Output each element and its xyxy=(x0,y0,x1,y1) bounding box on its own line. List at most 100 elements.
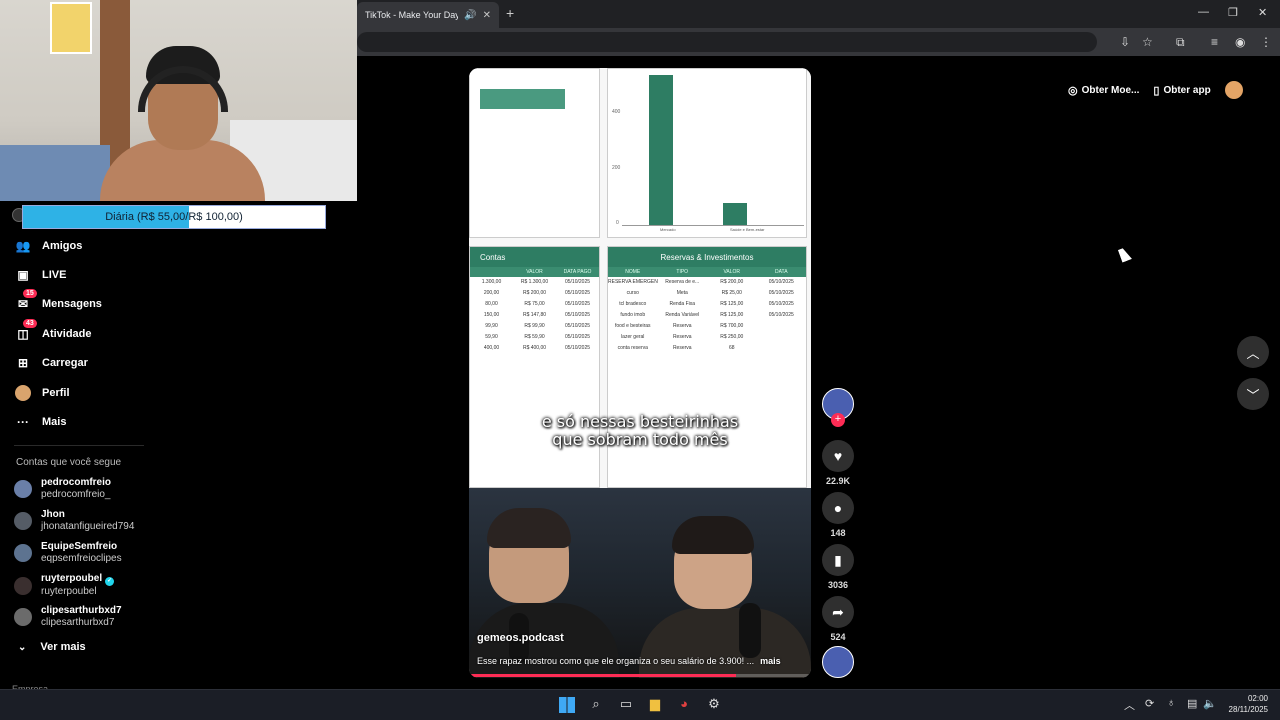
chart-tick: 400 xyxy=(612,109,621,115)
table-row: conta reserva Reserva 68 xyxy=(608,343,806,354)
task-view-icon[interactable]: ▭ xyxy=(618,696,634,712)
save-button[interactable]: ▮ 3036 xyxy=(822,544,854,590)
omnibox[interactable] xyxy=(357,32,1097,52)
file-explorer-icon[interactable]: ▆ xyxy=(647,696,663,712)
user-avatar[interactable] xyxy=(1224,81,1243,99)
comment-button[interactable]: ● 148 xyxy=(822,492,854,538)
top-actions: ◎ Obter Moe... ▯ Obter app xyxy=(1068,80,1243,100)
windows-start-icon[interactable] xyxy=(559,697,575,713)
following-account[interactable]: Jhon jhonatanfigueired794 xyxy=(14,509,134,533)
clock-time: 02:00 xyxy=(1247,694,1268,703)
new-tab-button[interactable]: + xyxy=(506,5,514,21)
table-cell: 150,00 xyxy=(483,312,500,318)
music-disc[interactable] xyxy=(822,646,854,678)
restore-button[interactable]: ❐ xyxy=(1228,6,1238,19)
description-text: Esse rapaz mostrou como que ele organiza… xyxy=(477,656,755,666)
video-description: Esse rapaz mostrou como que ele organiza… xyxy=(477,656,807,666)
table-row: RESERVA EMERGEN Reserva de e... R$ 200,00 0… xyxy=(608,277,806,288)
video-progress[interactable] xyxy=(469,674,811,677)
see-more-button[interactable]: ⌄ Ver mais xyxy=(18,641,86,653)
table-cell: 05/10/2025 xyxy=(768,301,794,307)
table-cell: 05/10/2025 xyxy=(564,312,591,318)
avatar xyxy=(14,608,32,626)
share-button[interactable]: ➦ 524 xyxy=(822,596,854,642)
minimize-button[interactable]: — xyxy=(1198,6,1209,18)
table-row: lazer geral Reserva R$ 250,00 xyxy=(608,332,806,343)
table-cell: 05/10/2025 xyxy=(564,301,591,307)
network-icon[interactable]: ▤ xyxy=(1187,697,1197,710)
table-cell: 05/10/2025 xyxy=(768,279,794,285)
search-icon[interactable]: ⌕ xyxy=(588,696,604,712)
get-app-label: Obter app xyxy=(1163,84,1211,96)
table-cell: curso xyxy=(626,290,639,296)
get-app-button[interactable]: ▯ Obter app xyxy=(1153,84,1210,97)
following-account[interactable]: clipesarthurbxd7 clipesarthurbxd7 xyxy=(14,605,122,629)
podcast-cam xyxy=(469,488,811,678)
system-clock[interactable]: 02:00 28/11/2025 xyxy=(1222,693,1268,715)
table-cell: R$ 99,90 xyxy=(524,323,545,329)
following-account[interactable]: ruyterpoubel ✓ ruyterpoubel xyxy=(14,573,115,598)
account-name: clipesarthurbxd7 xyxy=(41,605,122,616)
close-window-button[interactable]: ✕ xyxy=(1258,6,1267,19)
mouse-cursor-icon xyxy=(1118,246,1132,263)
table-title: Reservas & Investimentos xyxy=(608,247,806,267)
more-link[interactable]: mais xyxy=(760,656,781,666)
sidebar-item-carregar[interactable]: ⊞ Carregar xyxy=(14,354,88,372)
following-account[interactable]: pedrocomfreio pedrocomfreio_ xyxy=(14,477,111,501)
sidebar-item-live[interactable]: ▣ LIVE xyxy=(14,266,66,284)
sidebar-item-perfil[interactable]: Perfil xyxy=(14,384,70,402)
bookmark-star-icon[interactable]: ☆ xyxy=(1142,35,1153,49)
chevron-down-icon: ﹀ xyxy=(1246,387,1260,403)
microphone-icon xyxy=(739,603,761,658)
sync-icon[interactable]: ⟳ xyxy=(1145,697,1154,710)
table-cell: 05/10/2025 xyxy=(768,290,794,296)
get-coins-button[interactable]: ◎ Obter Moe... xyxy=(1068,84,1139,97)
following-account[interactable]: EquipeSemfreio eqpsemfreioclipes xyxy=(14,541,122,565)
table-row: 80,00 R$ 75,00 05/10/2025 xyxy=(470,299,599,310)
steam-icon[interactable]: ⚙ xyxy=(706,696,722,712)
speaker-icon[interactable]: 🔊 xyxy=(464,10,476,21)
media-control-icon[interactable]: ≡ xyxy=(1211,35,1218,49)
sidebar-item-atividade[interactable]: ◫ 43 Atividade xyxy=(14,319,92,343)
sidebar-item-mensagens[interactable]: ✉ 15 Mensagens xyxy=(14,289,102,313)
sidebar-item-amigos[interactable]: 👥 Amigos xyxy=(14,237,83,255)
sidebar-item-label: Carregar xyxy=(42,357,88,369)
video-player[interactable]: 400 200 0 Mercado Saúde e Bem-estar Cont… xyxy=(469,68,811,678)
tab-close-icon[interactable]: ✕ xyxy=(483,10,491,21)
table-cell: conta reserva xyxy=(617,345,648,351)
follow-plus-icon[interactable]: + xyxy=(831,413,845,427)
messages-icon: ✉ 15 xyxy=(14,289,37,313)
table-cell: 05/10/2025 xyxy=(768,312,794,318)
account-handle: ruyterpoubel xyxy=(41,586,97,597)
tab-title: TikTok - Make Your Day xyxy=(365,10,459,20)
table-cell: 200,00 xyxy=(483,290,500,296)
creator-avatar[interactable]: + xyxy=(822,388,854,427)
previous-video-button[interactable]: ︿ xyxy=(1237,336,1269,368)
table-row: food e besteiras Reserva R$ 700,00 xyxy=(608,321,806,332)
caption-line: e só nessas besteirinhas xyxy=(541,412,739,431)
webcam-overlay xyxy=(0,0,357,201)
chevron-up-icon: ︿ xyxy=(1246,345,1260,361)
table-row: 59,90 R$ 59,90 05/10/2025 xyxy=(470,332,599,343)
next-video-button[interactable]: ﹀ xyxy=(1237,378,1269,410)
microphone-tray-icon[interactable]: ♁ xyxy=(1167,697,1175,709)
volume-icon[interactable]: 🔈 xyxy=(1203,697,1217,710)
like-button[interactable]: ♥ 22.9K xyxy=(822,440,854,486)
extensions-icon[interactable]: ⧉ xyxy=(1176,35,1185,50)
table-cell: 68 xyxy=(728,345,735,351)
profile-icon[interactable]: ◉ xyxy=(1235,35,1245,49)
browser-menu-icon[interactable]: ⋮ xyxy=(1260,35,1272,49)
install-app-icon[interactable]: ⇩ xyxy=(1120,35,1130,49)
browser-tab[interactable]: TikTok - Make Your Day 🔊 ✕ xyxy=(357,2,499,28)
activity-badge: 43 xyxy=(23,319,37,328)
table-row: curso Meta R$ 25,00 05/10/2025 xyxy=(608,288,806,299)
sidebar-item-mais[interactable]: ··· Mais xyxy=(14,413,66,431)
table-row: 99,90 R$ 99,90 05/10/2025 xyxy=(470,321,599,332)
account-name: EquipeSemfreio xyxy=(41,541,118,552)
chrome-icon[interactable]: ◕ xyxy=(676,696,692,712)
chart-legend-item: Mercado xyxy=(660,227,676,232)
video-author[interactable]: gemeos.podcast xyxy=(477,632,564,644)
share-icon: ➦ xyxy=(822,596,854,628)
tray-chevron-icon[interactable]: ︿ xyxy=(1124,697,1135,713)
more-icon: ··· xyxy=(17,415,29,429)
